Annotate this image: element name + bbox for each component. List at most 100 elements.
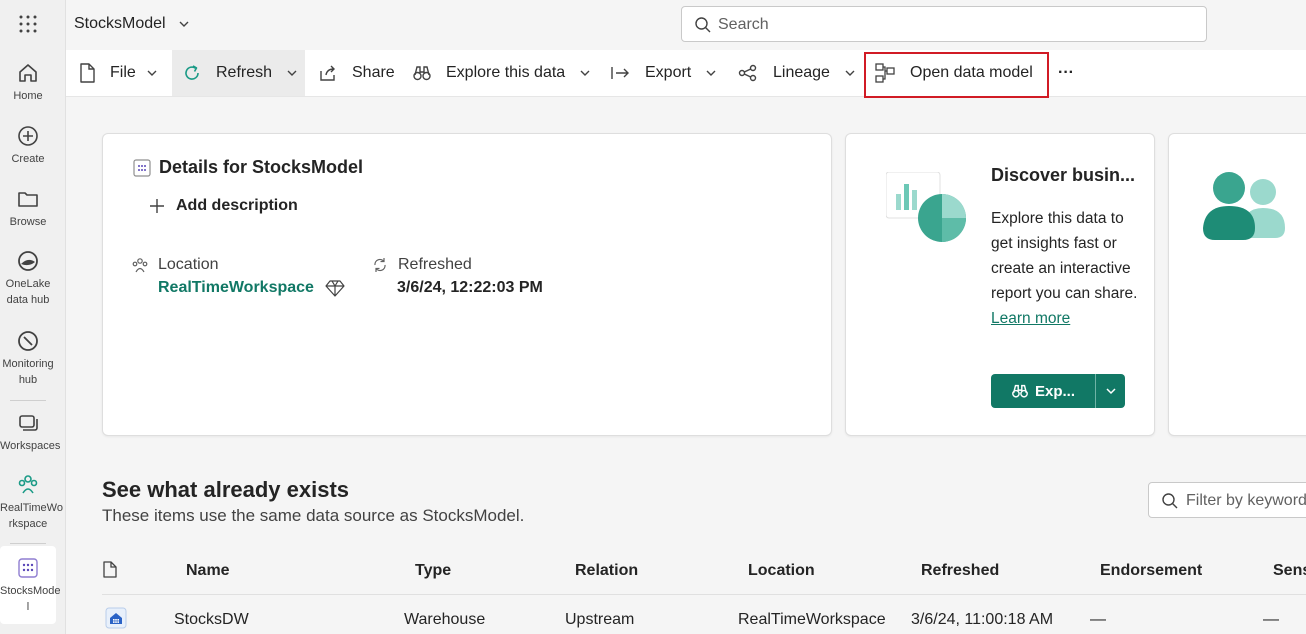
discover-body-text: Explore this data to get insights fast o…: [991, 210, 1138, 302]
collaborate-card: [1168, 133, 1306, 436]
search-input[interactable]: [718, 15, 1178, 35]
rail-stocksmodel[interactable]: StocksMode l: [0, 555, 61, 615]
chevron-down-icon: [580, 70, 590, 76]
warehouse-icon: [105, 607, 127, 629]
binoculars-icon: [413, 66, 431, 81]
cell-relation: Upstream: [565, 611, 635, 628]
breadcrumb[interactable]: StocksModel: [74, 15, 190, 33]
rail-realtimeworkspace-label-2: rkspace: [8, 518, 48, 530]
filter-box: [1148, 482, 1306, 518]
workspace-people-icon: [132, 258, 148, 273]
workspace-people-icon: [18, 475, 38, 494]
location-value: RealTimeWorkspace: [158, 279, 345, 297]
lineage-icon: [738, 64, 757, 82]
refresh-button[interactable]: Refresh: [172, 50, 305, 96]
semantic-model-icon: [133, 158, 151, 177]
details-title-text: Details for StocksModel: [159, 157, 364, 177]
breadcrumb-item-label: StocksModel: [74, 15, 166, 32]
rail-stocksmodel-label-1: StocksMode: [0, 585, 61, 597]
table-divider: [102, 594, 1306, 595]
lineage-button[interactable]: Lineage: [738, 50, 856, 96]
search-box: [681, 6, 1207, 42]
details-card: Details for StocksModel Add description …: [102, 133, 832, 436]
chevron-down-icon: [287, 70, 297, 76]
chevron-down-icon: [706, 70, 716, 76]
rail-create[interactable]: Create: [0, 123, 56, 167]
rail-browse[interactable]: Browse: [0, 186, 56, 230]
learn-more-link[interactable]: Learn more: [991, 310, 1070, 327]
cell-name[interactable]: StocksDW: [174, 611, 249, 629]
file-type-header-icon: [103, 561, 117, 578]
explore-button-label: Exp...: [1034, 382, 1075, 400]
add-description-button[interactable]: Add description: [148, 197, 298, 215]
rail-monitoring-label-1: Monitoring: [2, 358, 54, 370]
explore-dropdown-button[interactable]: [1095, 374, 1125, 408]
column-header-name[interactable]: Name: [186, 562, 230, 580]
column-header-relation[interactable]: Relation: [575, 562, 638, 580]
export-icon: [611, 67, 629, 79]
highlight-box: [864, 52, 1049, 98]
column-header-location[interactable]: Location: [748, 562, 815, 580]
share-label: Share: [352, 64, 395, 81]
rail-divider-2: [10, 543, 46, 544]
rail-monitoring-label-2: hub: [18, 374, 38, 386]
column-header-type[interactable]: Type: [415, 562, 451, 580]
column-header-endorsement[interactable]: Endorsement: [1100, 562, 1202, 580]
refresh-icon: [374, 258, 386, 272]
app-launcher-icon[interactable]: [18, 14, 38, 34]
rail-home[interactable]: Home: [0, 60, 56, 104]
binoculars-icon: [1012, 384, 1028, 398]
export-button[interactable]: Export: [610, 50, 717, 96]
rail-workspaces[interactable]: Workspaces: [0, 410, 60, 454]
rail-stocksmodel-label-2: l: [26, 601, 30, 613]
section-title: See what already exists: [102, 477, 350, 502]
rail-realtimeworkspace-label-1: RealTimeWo: [0, 502, 63, 514]
explore-split-button: Exp...: [991, 374, 1125, 408]
cell-type: Warehouse: [404, 611, 486, 628]
rail-onelake-label-1: OneLake: [5, 278, 51, 290]
people-illustration-icon: [1203, 172, 1285, 240]
file-menu-button[interactable]: File: [78, 50, 158, 96]
add-description-label: Add description: [176, 197, 298, 214]
chevron-down-icon: [179, 21, 189, 27]
location-link[interactable]: RealTimeWorkspace: [158, 279, 314, 297]
share-button[interactable]: Share: [318, 50, 395, 96]
explore-data-button[interactable]: Explore this data: [412, 50, 591, 96]
refreshed-value: 3/6/24, 12:22:03 PM: [397, 279, 543, 296]
discover-title: Discover busin...: [991, 165, 1136, 185]
column-header-refreshed[interactable]: Refreshed: [921, 562, 999, 580]
file-icon: [80, 63, 95, 83]
rail-workspaces-label: Workspaces: [0, 440, 61, 452]
rail-onelake-label-2: data hub: [6, 294, 50, 306]
location-label: Location: [131, 256, 219, 274]
filter-input[interactable]: [1186, 491, 1306, 511]
rail-browse-label: Browse: [9, 216, 47, 228]
folder-icon: [18, 192, 38, 207]
refreshed-label-text: Refreshed: [398, 256, 472, 273]
rail-divider: [10, 400, 46, 401]
left-nav-rail: Home Create Browse OneLake data hub Moni…: [0, 0, 66, 634]
plus-circle-icon: [18, 126, 38, 146]
cell-location: RealTimeWorkspace: [738, 611, 886, 628]
rail-monitoring[interactable]: Monitoring hub: [0, 328, 56, 388]
rail-realtimeworkspace[interactable]: RealTimeWo rkspace: [0, 472, 63, 532]
rail-create-label: Create: [11, 153, 45, 165]
explore-button[interactable]: Exp...: [991, 374, 1095, 408]
cell-refreshed: 3/6/24, 11:00:18 AM: [911, 611, 1054, 628]
search-icon: [695, 17, 711, 33]
discover-body: Explore this data to get insights fast o…: [991, 206, 1141, 331]
workspaces-icon: [19, 415, 38, 431]
more-options-button[interactable]: ···: [1058, 50, 1074, 96]
top-header: StocksModel: [66, 0, 1306, 50]
monitoring-icon: [18, 331, 38, 351]
cell-endorsement: —: [1090, 611, 1106, 628]
rail-home-label: Home: [13, 90, 43, 102]
section-subtitle: These items use the same data source as …: [102, 506, 525, 525]
refreshed-label: Refreshed: [371, 256, 472, 274]
discover-card: Discover busin... Explore this data to g…: [845, 133, 1155, 436]
chart-illustration-icon: [886, 172, 966, 242]
search-icon: [1162, 493, 1178, 509]
rail-onelake[interactable]: OneLake data hub: [0, 248, 56, 308]
column-header-sensitivity[interactable]: Sens: [1273, 562, 1306, 580]
details-title: Details for StocksModel: [133, 157, 363, 178]
